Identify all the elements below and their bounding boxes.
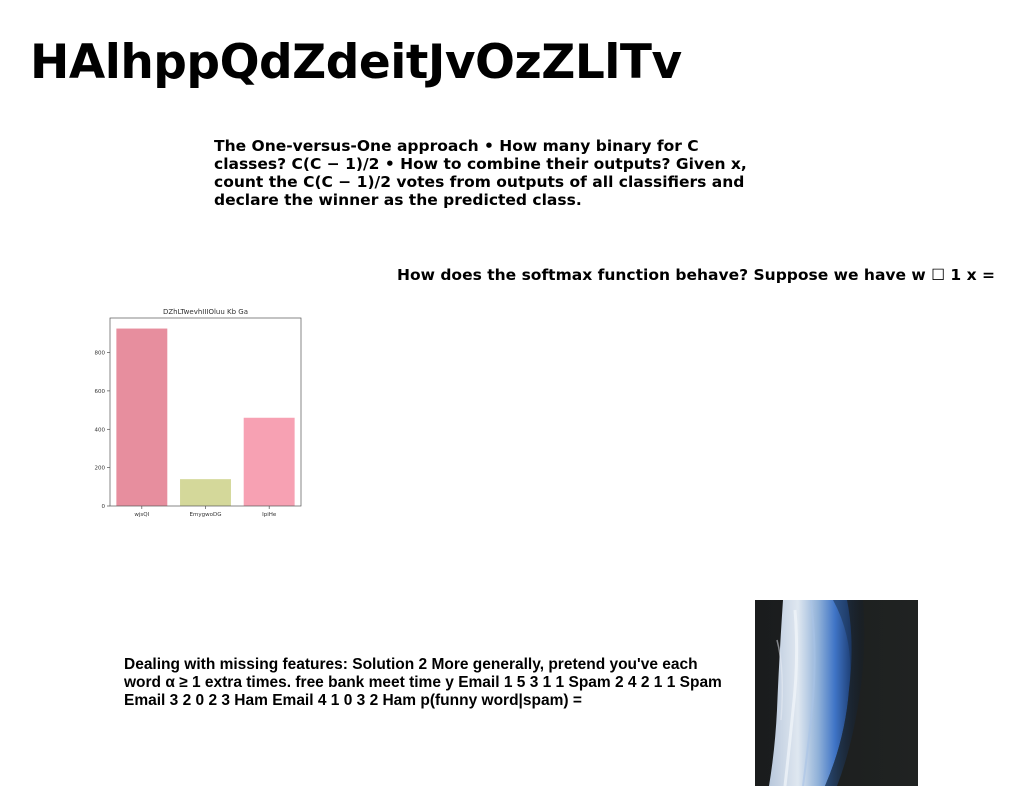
y-tick-label: 800 [95, 351, 106, 357]
bar-chart: DZhLTwevhIIIOluu Kb Ga wjsQI EmygwoDG IpiHe… [88, 304, 308, 520]
x-tick-label: EmygwoDG [190, 512, 222, 518]
chart-bar [116, 328, 168, 506]
photo-illustration [755, 600, 918, 786]
x-tick-label: IpiHe [262, 512, 277, 518]
y-tick-label: 0 [102, 504, 106, 510]
y-tick-label: 200 [95, 466, 106, 472]
bar-chart-svg: DZhLTwevhIIIOluu Kb Ga wjsQI EmygwoDG IpiHe… [95, 308, 302, 518]
chart-bar [243, 417, 295, 506]
x-tick-label: wjsQI [134, 512, 149, 518]
missing-features-paragraph: Dealing with missing features: Solution … [124, 656, 722, 709]
chart-title: DZhLTwevhIIIOluu Kb Ga [163, 308, 248, 316]
y-tick-label: 400 [95, 427, 106, 433]
one-vs-one-paragraph: The One-versus-One approach • How many b… [214, 137, 747, 209]
chart-bar [180, 479, 231, 506]
softmax-paragraph: How does the softmax function behave? Su… [397, 266, 995, 284]
y-tick-label: 600 [95, 389, 106, 395]
page-title: HAlhppQdZdeitJvOzZLlTv [30, 35, 682, 90]
photo-image [755, 600, 918, 786]
